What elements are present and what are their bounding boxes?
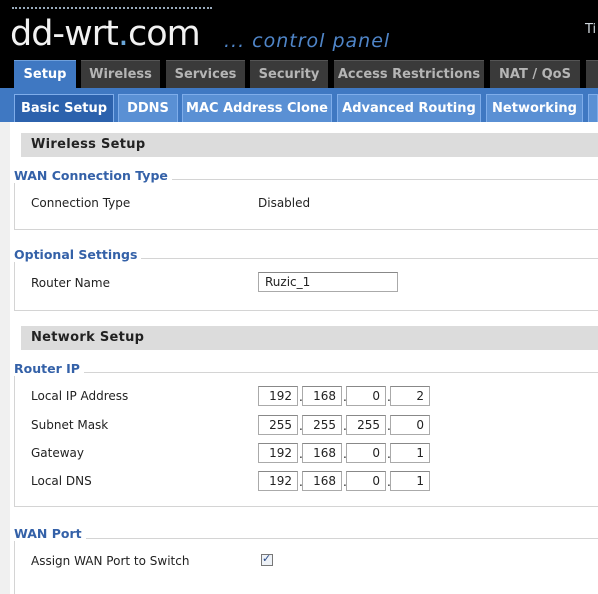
local-dns-octet-4[interactable]: 1 [390, 471, 430, 491]
subtab-networking[interactable]: Networking [486, 94, 583, 122]
subnet-mask-octet-3[interactable]: 255 [346, 415, 386, 435]
fieldset-border [14, 258, 15, 310]
subnet-mask-octet-4[interactable]: 0 [390, 415, 430, 435]
section-wireless-setup: Wireless Setup [21, 133, 598, 157]
main-tab-bar: Setup Wireless Services Security Access … [0, 60, 598, 88]
local-dns-label: Local DNS [31, 474, 92, 488]
subnet-mask-octet-2[interactable]: 255 [302, 415, 342, 435]
router-name-label: Router Name [31, 276, 110, 290]
subtab-mac-address-clone[interactable]: MAC Address Clone [182, 94, 332, 122]
fieldset-border [14, 229, 598, 230]
tab-overflow[interactable] [586, 60, 598, 88]
tab-nat-qos[interactable]: NAT / QoS [490, 60, 580, 88]
content-area [0, 122, 598, 594]
section-network-setup: Network Setup [21, 326, 598, 350]
tab-services[interactable]: Services [166, 60, 245, 88]
router-name-input[interactable]: Ruzic_1 [258, 272, 398, 292]
local-dns-octet-2[interactable]: 168 [302, 471, 342, 491]
gateway-octet-1[interactable]: 192 [258, 443, 298, 463]
gateway-octet-3[interactable]: 0 [346, 443, 386, 463]
local-ip-octet-3[interactable]: 0 [346, 386, 386, 406]
legend-wan-connection-type: WAN Connection Type [14, 168, 172, 183]
subtab-ddns[interactable]: DDNS [118, 94, 178, 122]
local-ip-octet-4[interactable]: 2 [390, 386, 430, 406]
local-ip-octet-1[interactable]: 192 [258, 386, 298, 406]
fieldset-border [14, 179, 15, 229]
logo-tld: com [127, 14, 201, 54]
connection-type-value: Disabled [258, 196, 311, 210]
tab-wireless[interactable]: Wireless [81, 60, 160, 88]
local-ip-label: Local IP Address [31, 389, 129, 403]
legend-wan-port: WAN Port [14, 526, 86, 541]
local-ip-octet-2[interactable]: 168 [302, 386, 342, 406]
fieldset-border [14, 372, 15, 506]
logo: dd-wrt.com [10, 14, 201, 54]
connection-type-label: Connection Type [31, 196, 131, 210]
fieldset-border [14, 506, 598, 507]
logo-dots [12, 7, 212, 11]
control-panel-subtitle: ... control panel [224, 30, 391, 52]
fieldset-border [14, 538, 598, 539]
assign-wan-port-checkbox[interactable]: ✓ [261, 552, 273, 566]
subtab-basic-setup[interactable]: Basic Setup [14, 94, 114, 122]
header-right-text: Ti [585, 22, 597, 37]
gateway-octet-4[interactable]: 1 [390, 443, 430, 463]
assign-wan-port-label: Assign WAN Port to Switch [31, 554, 190, 568]
subtab-advanced-routing[interactable]: Advanced Routing [337, 94, 481, 122]
subtab-overflow[interactable] [588, 94, 598, 122]
checkmark-icon: ✓ [262, 552, 272, 565]
gateway-octet-2[interactable]: 168 [302, 443, 342, 463]
local-dns-octet-3[interactable]: 0 [346, 471, 386, 491]
tab-access-restrictions[interactable]: Access Restrictions [334, 60, 484, 88]
legend-router-ip: Router IP [14, 361, 84, 376]
header: dd-wrt.com ... control panel Ti [0, 0, 598, 60]
subnet-mask-label: Subnet Mask [31, 418, 109, 432]
subnet-mask-octet-1[interactable]: 255 [258, 415, 298, 435]
local-dns-octet-1[interactable]: 192 [258, 471, 298, 491]
logo-dot: . [117, 14, 129, 54]
tab-security[interactable]: Security [250, 60, 328, 88]
tab-setup[interactable]: Setup [14, 60, 76, 88]
sub-tab-bar: Basic Setup DDNS MAC Address Clone Advan… [0, 88, 598, 122]
legend-optional-settings: Optional Settings [14, 247, 142, 262]
fieldset-border [14, 310, 598, 311]
gateway-label: Gateway [31, 446, 85, 460]
fieldset-border [14, 538, 15, 594]
fieldset-border [14, 372, 598, 373]
logo-main: dd-wrt [10, 14, 119, 54]
